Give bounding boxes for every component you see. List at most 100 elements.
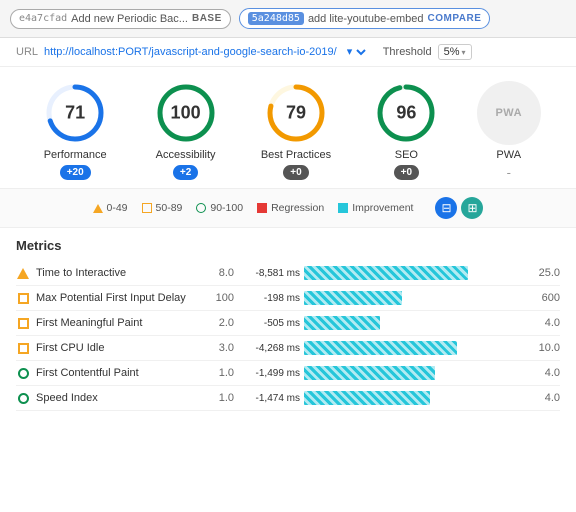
seo-circle: 96: [374, 81, 438, 145]
top-bar: e4a7cfad Add new Periodic Bac... BASE 5a…: [0, 0, 576, 38]
metric-icon-fcp: [16, 366, 30, 380]
metric-compare-mpfid: 600: [528, 292, 560, 304]
metric-bar-wrapper-mpfid: [304, 291, 522, 305]
threshold-value-text: 5%: [444, 46, 460, 58]
metric-name-mpfid: Max Potential First Input Delay: [36, 292, 196, 304]
metric-compare-fci: 10.0: [528, 342, 560, 354]
score-seo: 96 SEO +0: [366, 81, 446, 180]
metric-icon-tti: [16, 266, 30, 280]
score-pwa: PWA PWA -: [477, 81, 541, 180]
metric-bar-wrapper-fmp: [304, 316, 522, 330]
legend-improvement-label: Improvement: [352, 202, 413, 214]
legend-regression-label: Regression: [271, 202, 324, 214]
threshold-selector[interactable]: 5% ▾: [438, 44, 472, 60]
metric-base-fci: 3.0: [202, 342, 234, 354]
best-practices-score: 79: [286, 103, 306, 124]
url-bar: URL http://localhost:PORT/javascript-and…: [0, 38, 576, 67]
metric-bar-container-mpfid: -198 ms: [240, 291, 522, 305]
compare-commit-description: add lite-youtube-embed: [308, 13, 424, 25]
compare-commit-badge[interactable]: 5a248d85 add lite-youtube-embed COMPARE: [239, 8, 491, 29]
metrics-section: Metrics Time to Interactive 8.0 -8,581 m…: [0, 228, 576, 419]
metric-base-fcp: 1.0: [202, 367, 234, 379]
performance-score: 71: [65, 103, 85, 124]
accessibility-circle: 100: [154, 81, 218, 145]
compare-commit-hash: 5a248d85: [248, 12, 304, 25]
metric-bar-container-fcp: -1,499 ms: [240, 366, 522, 380]
metric-name-tti: Time to Interactive: [36, 267, 196, 279]
metric-square-icon: [18, 318, 29, 329]
metric-icon-si: [16, 391, 30, 405]
metric-bar-wrapper-tti: [304, 266, 522, 280]
accessibility-label: Accessibility: [156, 149, 216, 161]
metric-row-tti: Time to Interactive 8.0 -8,581 ms 25.0: [16, 261, 560, 286]
metric-diff-fci: -4,268 ms: [240, 343, 300, 354]
accessibility-score: 100: [171, 103, 201, 124]
pwa-abbr: PWA: [495, 107, 522, 119]
pwa-delta: -: [507, 165, 511, 180]
metric-row-fcp: First Contentful Paint 1.0 -1,499 ms 4.0: [16, 361, 560, 386]
expand-button[interactable]: ⊞: [461, 197, 483, 219]
metric-bar-container-fmp: -505 ms: [240, 316, 522, 330]
scores-area: 71 Performance +20 100 Accessibility +2 …: [0, 67, 576, 188]
legend-bar: 0-49 50-89 90-100 Regression Improvement…: [0, 188, 576, 228]
metric-bar-fci: [304, 341, 457, 355]
metric-diff-fmp: -505 ms: [240, 318, 300, 329]
metric-bar-wrapper-si: [304, 391, 522, 405]
metric-row-fmp: First Meaningful Paint 2.0 -505 ms 4.0: [16, 311, 560, 336]
regression-icon: [257, 203, 267, 213]
metric-compare-fcp: 4.0: [528, 367, 560, 379]
metric-bar-wrapper-fci: [304, 341, 522, 355]
pwa-label: PWA: [496, 149, 521, 161]
metric-name-fmp: First Meaningful Paint: [36, 317, 196, 329]
triangle-icon: [93, 204, 103, 213]
seo-label: SEO: [395, 149, 418, 161]
metric-bar-fcp: [304, 366, 435, 380]
legend-regression: Regression: [257, 202, 324, 214]
legend-0-49-label: 0-49: [107, 202, 128, 214]
performance-delta: +20: [60, 165, 91, 180]
metric-diff-tti: -8,581 ms: [240, 268, 300, 279]
url-label-text: URL: [16, 46, 38, 58]
url-dropdown[interactable]: ▾: [343, 45, 369, 59]
metric-compare-si: 4.0: [528, 392, 560, 404]
circle-icon: [196, 203, 206, 213]
base-commit-description: Add new Periodic Bac...: [71, 13, 188, 25]
legend-50-89: 50-89: [142, 202, 183, 214]
best-practices-delta: +0: [283, 165, 308, 180]
improvement-icon: [338, 203, 348, 213]
metric-bar-container-fci: -4,268 ms: [240, 341, 522, 355]
legend-improvement: Improvement: [338, 202, 413, 214]
metric-circle-icon: [18, 368, 29, 379]
metric-bar-tti: [304, 266, 468, 280]
metric-triangle-icon: [17, 268, 29, 279]
pwa-circle: PWA: [477, 81, 541, 145]
threshold-label: Threshold: [383, 46, 432, 58]
square-icon: [142, 203, 152, 213]
best-practices-circle: 79: [264, 81, 328, 145]
seo-delta: +0: [394, 165, 419, 180]
base-label: BASE: [192, 13, 222, 24]
metric-bar-wrapper-fcp: [304, 366, 522, 380]
url-value: http://localhost:PORT/javascript-and-goo…: [44, 46, 337, 58]
metric-bar-container-tti: -8,581 ms: [240, 266, 522, 280]
metric-bar-mpfid: [304, 291, 402, 305]
legend-50-89-label: 50-89: [156, 202, 183, 214]
base-commit-hash: e4a7cfad: [19, 13, 67, 24]
legend-actions: ⊟ ⊞: [435, 197, 483, 219]
performance-label: Performance: [44, 149, 107, 161]
metric-icon-fmp: [16, 316, 30, 330]
score-accessibility: 100 Accessibility +2: [146, 81, 226, 180]
metric-name-si: Speed Index: [36, 392, 196, 404]
collapse-button[interactable]: ⊟: [435, 197, 457, 219]
metrics-title: Metrics: [16, 238, 560, 253]
legend-90-100: 90-100: [196, 202, 243, 214]
base-commit-badge[interactable]: e4a7cfad Add new Periodic Bac... BASE: [10, 9, 231, 29]
metric-base-si: 1.0: [202, 392, 234, 404]
metric-name-fcp: First Contentful Paint: [36, 367, 196, 379]
metric-square-icon: [18, 293, 29, 304]
legend-90-100-label: 90-100: [210, 202, 243, 214]
accessibility-delta: +2: [173, 165, 198, 180]
metric-diff-mpfid: -198 ms: [240, 293, 300, 304]
metric-icon-mpfid: [16, 291, 30, 305]
compare-label: COMPARE: [428, 13, 482, 24]
